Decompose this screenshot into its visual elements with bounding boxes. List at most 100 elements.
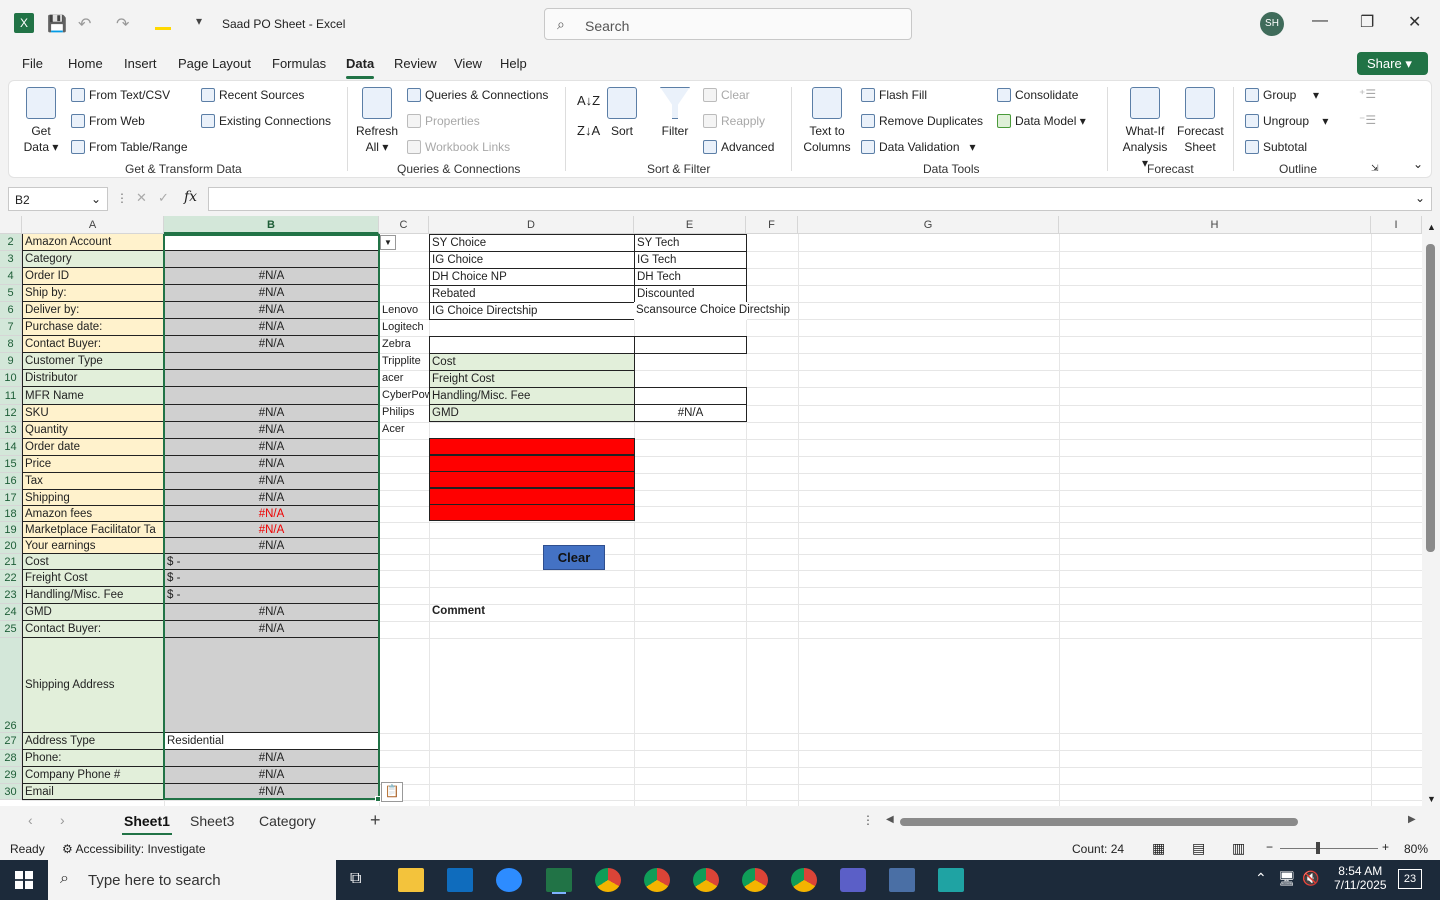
column-header-c[interactable]: C <box>379 216 429 234</box>
scroll-right-icon[interactable]: ▶ <box>1408 814 1416 825</box>
cell-a[interactable]: Address Type <box>22 733 164 750</box>
cell-c[interactable]: Philips <box>380 404 429 421</box>
cell-b[interactable]: #N/A <box>164 538 379 554</box>
cell-a[interactable]: Purchase date: <box>22 319 164 336</box>
cell-b[interactable]: #N/A <box>164 302 379 319</box>
hide-detail-icon[interactable]: ⁻☰ <box>1359 113 1376 127</box>
red-highlight-cell[interactable] <box>429 454 635 472</box>
cell-a[interactable]: Phone: <box>22 750 164 767</box>
tab-help[interactable]: Help <box>500 56 527 71</box>
app-icon[interactable] <box>938 868 964 892</box>
remove-duplicates-button[interactable]: Remove Duplicates <box>861 114 983 128</box>
cell-e[interactable]: Scansource Choice Directship <box>634 302 790 320</box>
forecast-sheet-button[interactable]: Forecast Sheet <box>1177 87 1224 155</box>
chrome-icon[interactable] <box>791 868 817 892</box>
row-header[interactable]: 10 <box>0 370 22 387</box>
file-explorer-icon[interactable] <box>398 868 424 892</box>
cell-b[interactable]: #N/A <box>164 285 379 302</box>
cell-a[interactable]: Email <box>22 784 164 800</box>
cell-b[interactable]: #N/A <box>164 336 379 353</box>
clear-filter-button[interactable]: Clear <box>703 88 750 102</box>
cell-e[interactable]: Discounted <box>634 285 747 303</box>
gmd-value[interactable]: #N/A <box>634 404 747 422</box>
cell-a[interactable]: Contact Buyer: <box>22 621 164 638</box>
search-box[interactable]: ⌕ Search <box>544 8 912 40</box>
cell-b[interactable] <box>164 353 379 370</box>
column-header-a[interactable]: A <box>22 216 164 234</box>
tab-file[interactable]: File <box>22 56 43 71</box>
cell-a[interactable]: Amazon Account <box>22 234 164 251</box>
network-icon[interactable]: 🖥 <box>1278 870 1296 887</box>
chrome-icon[interactable] <box>644 868 670 892</box>
queries-connections-button[interactable]: Queries & Connections <box>407 88 548 102</box>
row-header[interactable]: 21 <box>0 554 22 570</box>
cell-b[interactable]: #N/A <box>164 750 379 767</box>
cell-a[interactable]: Distributor <box>22 370 164 387</box>
data-model-button[interactable]: Data Model ▾ <box>997 114 1086 128</box>
column-header-h[interactable]: H <box>1059 216 1371 234</box>
cell-a[interactable]: Your earnings <box>22 538 164 554</box>
row-header[interactable]: 18 <box>0 506 22 522</box>
cell-b[interactable]: #N/A <box>164 490 379 506</box>
tab-insert[interactable]: Insert <box>124 56 157 71</box>
clear-button[interactable]: Clear <box>543 545 605 570</box>
zoom-out-icon[interactable]: − <box>1266 840 1273 854</box>
row-header[interactable]: 15 <box>0 456 22 473</box>
tab-view[interactable]: View <box>454 56 482 71</box>
row-header[interactable]: 5 <box>0 285 22 302</box>
chrome-icon[interactable] <box>595 868 621 892</box>
cell-d[interactable]: DH Choice NP <box>429 268 635 286</box>
cell-a[interactable]: MFR Name <box>22 387 164 405</box>
zoom-in-icon[interactable]: + <box>1382 840 1389 854</box>
tab-page-layout[interactable]: Page Layout <box>178 56 251 71</box>
cell-b[interactable] <box>164 251 379 268</box>
sheet-tab-category[interactable]: Category <box>259 813 316 829</box>
column-header-g[interactable]: G <box>798 216 1059 234</box>
chrome-icon[interactable] <box>693 868 719 892</box>
vertical-scroll-thumb[interactable] <box>1426 244 1435 552</box>
row-header[interactable]: 16 <box>0 473 22 490</box>
teams-icon[interactable] <box>840 868 866 892</box>
row-header[interactable]: 3 <box>0 251 22 268</box>
cell-a[interactable]: Category <box>22 251 164 268</box>
cell-d[interactable]: IG Choice <box>429 251 635 269</box>
cell-a[interactable]: Quantity <box>22 422 164 439</box>
cost-label[interactable]: Handling/Misc. Fee <box>429 387 635 405</box>
tab-data[interactable]: Data <box>346 56 375 79</box>
cell-b[interactable]: #N/A <box>164 439 379 456</box>
cell-b[interactable]: #N/A <box>164 604 379 621</box>
column-header-d[interactable]: D <box>429 216 634 234</box>
refresh-all-button[interactable]: Refresh All ▾ <box>355 87 399 155</box>
cell-b[interactable]: #N/A <box>164 522 379 538</box>
outlook-icon[interactable] <box>447 868 473 892</box>
column-header-b[interactable]: B <box>164 216 379 234</box>
cell-d[interactable]: SY Choice <box>429 234 635 252</box>
cell-a[interactable]: SKU <box>22 405 164 422</box>
cell-a[interactable]: Cost <box>22 554 164 570</box>
red-highlight-cell[interactable] <box>429 471 635 488</box>
row-header[interactable]: 29 <box>0 767 22 784</box>
tab-formulas[interactable]: Formulas <box>272 56 326 71</box>
get-data-button[interactable]: Get Data ▾ <box>23 87 59 155</box>
tab-home[interactable]: Home <box>68 56 103 71</box>
flash-fill-button[interactable]: Flash Fill <box>861 88 927 102</box>
cell-a[interactable]: Order ID <box>22 268 164 285</box>
text-to-columns-button[interactable]: Text to Columns <box>801 87 853 155</box>
row-header[interactable]: 12 <box>0 405 22 422</box>
collapse-ribbon-icon[interactable]: ⌄ <box>1413 157 1423 171</box>
notifications-icon[interactable]: 23 <box>1398 869 1422 889</box>
cell-b[interactable]: #N/A <box>164 405 379 422</box>
row-header[interactable]: 6 <box>0 302 22 319</box>
redo-icon[interactable]: ↷ <box>116 14 129 34</box>
cell-b[interactable]: #N/A <box>164 268 379 285</box>
sheet-tab-sheet3[interactable]: Sheet3 <box>190 813 234 829</box>
cell-a[interactable]: Freight Cost <box>22 570 164 587</box>
row-header[interactable]: 30 <box>0 784 22 800</box>
red-highlight-cell[interactable] <box>429 438 635 455</box>
cell-e[interactable]: IG Tech <box>634 251 747 269</box>
excel-taskbar-icon[interactable] <box>546 868 572 892</box>
paste-options-icon[interactable]: 📋 <box>381 782 403 802</box>
reapply-button[interactable]: Reapply <box>703 114 765 128</box>
cell-a[interactable]: Tax <box>22 473 164 490</box>
cell-b[interactable]: #N/A <box>164 456 379 473</box>
